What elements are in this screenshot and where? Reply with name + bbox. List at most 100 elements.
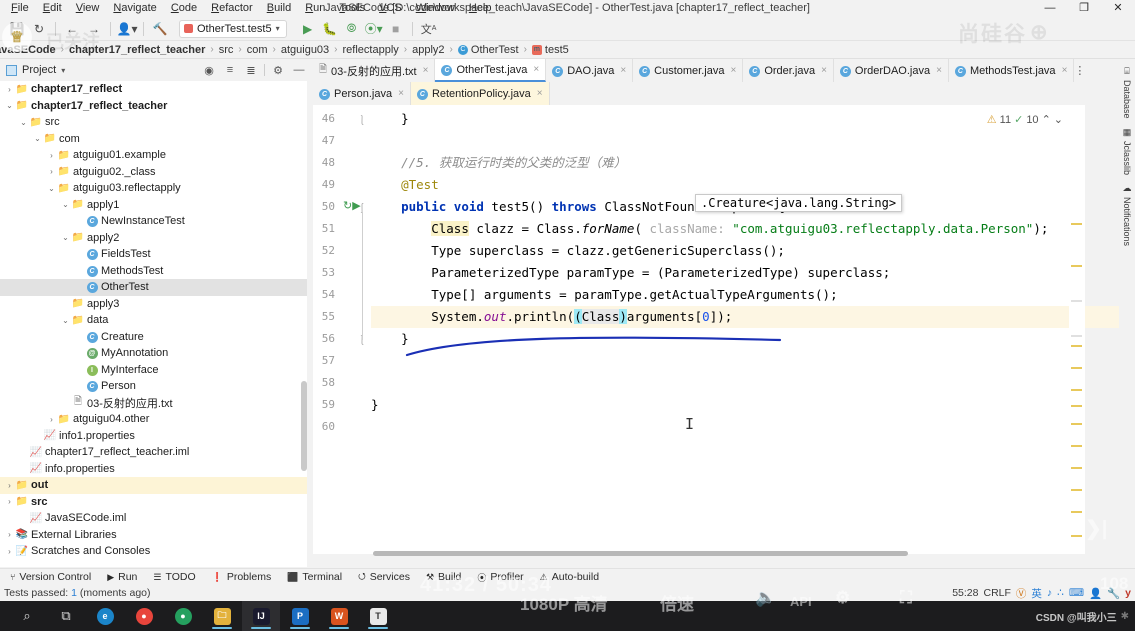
- menu-item-navigate[interactable]: Navigate: [106, 0, 163, 17]
- marker-tick[interactable]: [1071, 445, 1082, 447]
- back-arrow-icon[interactable]: ←: [61, 19, 83, 39]
- marker-tick[interactable]: [1071, 300, 1082, 302]
- tree-node-newinstancetest[interactable]: C NewInstanceTest: [0, 213, 307, 230]
- bottom-bar-build[interactable]: ⚒ Build: [419, 571, 468, 583]
- bottom-bar-terminal[interactable]: ⬛ Terminal: [280, 571, 349, 583]
- tree-node-apply3[interactable]: 📁 apply3: [0, 296, 307, 313]
- breadcrumb-item-test5[interactable]: m test5: [529, 44, 572, 56]
- tree-node-atguigu03-reflectapply[interactable]: ⌄ 📁 atguigu03.reflectapply: [0, 180, 307, 197]
- menu-item-file[interactable]: File: [4, 0, 36, 17]
- breadcrumb-item-chapter17-reflect-teacher[interactable]: chapter17_reflect_teacher: [66, 44, 208, 56]
- tree-node-out[interactable]: › 📁 out: [0, 477, 307, 494]
- chevron-right-icon[interactable]: ›: [4, 497, 15, 506]
- editor-gutter[interactable]: 46 47 48 49 50 51 52 53 54 55 56 57 58 59 60 ⎱ ↻▶ ⎰ ⎱: [313, 105, 371, 554]
- caret-position[interactable]: 55:28: [952, 587, 978, 599]
- chevron-down-icon[interactable]: ⌄: [60, 200, 71, 209]
- bottom-bar-todo[interactable]: ☰ TODO: [146, 571, 202, 583]
- taskbar-search-icon[interactable]: ⌕: [8, 601, 46, 631]
- marker-tick[interactable]: [1071, 423, 1082, 425]
- close-tab-icon[interactable]: ×: [618, 65, 626, 76]
- inspection-widget[interactable]: ⚠ 11 ✓ 10 ⌃ ⌄: [987, 113, 1063, 127]
- editor-tabs-overflow-icon[interactable]: ⋮: [1074, 59, 1085, 82]
- tree-node-creature[interactable]: C Creature: [0, 329, 307, 346]
- tree-node-person[interactable]: C Person: [0, 378, 307, 395]
- marker-tick[interactable]: [1071, 367, 1082, 369]
- menu-item-vcs[interactable]: VCS: [372, 0, 409, 17]
- breadcrumb-item-apply2[interactable]: apply2: [409, 44, 447, 56]
- profile-run-icon[interactable]: ⦿▾: [363, 19, 385, 39]
- marker-tick[interactable]: [1071, 265, 1082, 267]
- tree-node-myannotation[interactable]: @ MyAnnotation: [0, 345, 307, 362]
- right-strip-notifications[interactable]: ☁ Notifications: [1122, 180, 1132, 249]
- tree-node-myinterface[interactable]: I MyInterface: [0, 362, 307, 379]
- tree-node-chapter17-reflect[interactable]: › 📁 chapter17_reflect: [0, 81, 307, 98]
- profile-person-icon[interactable]: 👤▾: [116, 19, 138, 39]
- menu-item-run[interactable]: Run: [298, 0, 332, 17]
- marker-tick[interactable]: [1071, 405, 1082, 407]
- code-line-56[interactable]: }: [371, 328, 409, 350]
- tree-node-atguigu01-example[interactable]: › 📁 atguigu01.example: [0, 147, 307, 164]
- right-strip-database[interactable]: ⌸ Database: [1122, 63, 1132, 122]
- marker-tick[interactable]: [1071, 345, 1082, 347]
- chevron-right-icon[interactable]: ›: [4, 481, 15, 490]
- code-line-49[interactable]: @Test: [371, 174, 439, 196]
- tree-node-javasecode-iml[interactable]: 📈 JavaSECode.iml: [0, 510, 307, 527]
- tree-node-apply1[interactable]: ⌄ 📁 apply1: [0, 197, 307, 214]
- taskbar-chrome-beta-icon[interactable]: ●: [164, 601, 202, 631]
- marker-tick[interactable]: [1071, 223, 1082, 225]
- close-tab-icon[interactable]: ×: [396, 88, 404, 99]
- forward-arrow-icon[interactable]: →: [83, 19, 105, 39]
- breadcrumb-item-atguigu03[interactable]: atguigu03: [278, 44, 332, 56]
- close-tab-icon[interactable]: ×: [728, 65, 736, 76]
- menu-item-window[interactable]: Window: [409, 0, 462, 17]
- close-tab-icon[interactable]: ×: [934, 65, 942, 76]
- breadcrumb-item-src[interactable]: src: [216, 44, 237, 56]
- taskbar-task-view-icon[interactable]: ⧉: [47, 601, 85, 631]
- chevron-right-icon[interactable]: ›: [4, 530, 15, 539]
- code-line-54[interactable]: Type[] arguments = paramType.getActualTy…: [371, 284, 837, 306]
- taskbar-file-explorer-icon[interactable]: 🗀: [203, 601, 241, 631]
- menu-item-refactor[interactable]: Refactor: [204, 0, 260, 17]
- hide-panel-icon[interactable]: —: [291, 64, 307, 76]
- chevron-down-icon[interactable]: ⌄: [4, 101, 15, 110]
- tree-node-03-txt[interactable]: 🗎 03-反射的应用.txt: [0, 395, 307, 412]
- run-configuration-selector[interactable]: OtherTest.test5 ▾: [179, 19, 287, 38]
- bottom-bar-services[interactable]: ⭯ Services: [351, 569, 417, 585]
- editor-tab-retentionpolicy-java[interactable]: C RetentionPolicy.java ×: [410, 82, 550, 105]
- marker-tick[interactable]: [1071, 335, 1082, 337]
- tree-node-data[interactable]: ⌄ 📁 data: [0, 312, 307, 329]
- editor-tab-othertest-java[interactable]: C OtherTest.java ×: [435, 59, 547, 82]
- minimize-button[interactable]: —: [1033, 0, 1067, 17]
- breadcrumb-item-othertest[interactable]: C OtherTest: [455, 44, 522, 56]
- taskbar-intellij-idea-icon[interactable]: IJ: [242, 601, 280, 631]
- close-tab-icon[interactable]: ×: [421, 65, 429, 76]
- bottom-bar-problems[interactable]: ❗ Problems: [205, 571, 279, 583]
- menu-item-view[interactable]: View: [69, 0, 107, 17]
- collapse-all-icon[interactable]: ≣: [243, 64, 259, 77]
- settings-gear-icon[interactable]: ⚙: [270, 64, 286, 77]
- chevron-down-icon[interactable]: ⌄: [60, 233, 71, 242]
- project-tree[interactable]: › 📁 chapter17_reflect ⌄ 📁 chapter17_reflect_t…: [0, 81, 307, 567]
- tree-node-atguigu02-class[interactable]: › 📁 atguigu02._class: [0, 164, 307, 181]
- run-with-coverage-icon[interactable]: ⦾: [341, 19, 363, 39]
- tree-node-fieldstest[interactable]: C FieldsTest: [0, 246, 307, 263]
- tree-node-atguigu04-other[interactable]: › 📁 atguigu04.other: [0, 411, 307, 428]
- close-tab-icon[interactable]: ×: [1060, 65, 1068, 76]
- breadcrumb-item-com[interactable]: com: [244, 44, 271, 56]
- code-line-52[interactable]: Type superclass = clazz.getGenericSuperc…: [371, 240, 785, 262]
- chevron-right-icon[interactable]: ›: [46, 151, 57, 160]
- maximize-button[interactable]: ❐: [1067, 0, 1101, 17]
- code-line-48[interactable]: //5. 获取运行时类的父类的泛型（难）: [371, 152, 626, 174]
- bottom-bar-auto-build[interactable]: ⚠ Auto-build: [533, 571, 606, 583]
- tree-node-com[interactable]: ⌄ 📁 com: [0, 131, 307, 148]
- chevron-down-icon[interactable]: ⌄: [60, 316, 71, 325]
- close-button[interactable]: ✕: [1101, 0, 1135, 17]
- close-tab-icon[interactable]: ×: [531, 64, 539, 75]
- menu-item-build[interactable]: Build: [260, 0, 298, 17]
- wrench-icon[interactable]: 🔧: [1107, 587, 1120, 600]
- marker-tick[interactable]: [1071, 389, 1082, 391]
- tree-node-scratches-and-consoles[interactable]: › 📝 Scratches and Consoles: [0, 543, 307, 560]
- taskbar-powerpoint-icon[interactable]: P: [281, 601, 319, 631]
- editor-hscrollbar[interactable]: [313, 550, 1069, 557]
- translate-icon[interactable]: 文A: [418, 19, 440, 39]
